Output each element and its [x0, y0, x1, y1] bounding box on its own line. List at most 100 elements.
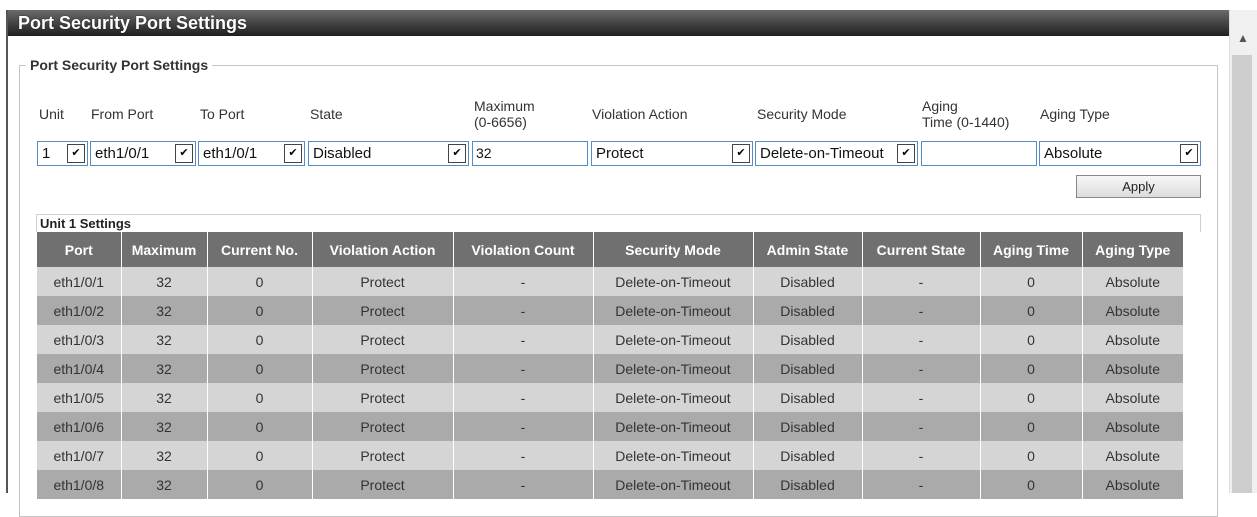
aging-type-select[interactable]: Absolute ✔ — [1039, 141, 1201, 166]
violation-action-select-value: Protect — [596, 145, 644, 162]
fieldset-legend: Port Security Port Settings — [30, 57, 209, 73]
cell-admin-state: Disabled — [752, 441, 862, 470]
aging-time-label: Aging — [922, 98, 958, 114]
cell-maximum: 32 — [120, 412, 207, 441]
cell-security-mode: Delete-on-Timeout — [592, 296, 753, 325]
cell-violation-action: Protect — [311, 383, 453, 412]
cell-admin-state: Disabled — [752, 354, 862, 383]
column-header-admin-state: Admin State — [752, 232, 862, 267]
security-mode-select-value: Delete-on-Timeout — [760, 145, 884, 162]
cell-current-no: 0 — [206, 354, 312, 383]
cell-port: eth1/0/7 — [37, 441, 121, 470]
cell-violation-count: - — [452, 325, 593, 354]
cell-maximum: 32 — [120, 383, 207, 412]
chevron-down-icon[interactable]: ✔ — [284, 144, 302, 163]
cell-violation-action: Protect — [311, 412, 453, 441]
violation-action-select[interactable]: Protect ✔ — [591, 141, 753, 166]
cell-aging-type: Absolute — [1081, 412, 1183, 441]
chevron-down-icon[interactable]: ✔ — [448, 144, 466, 163]
column-header-security-mode: Security Mode — [592, 232, 753, 267]
cell-violation-count: - — [452, 441, 593, 470]
chevron-down-icon[interactable]: ✔ — [1180, 144, 1198, 163]
cell-aging-time: 0 — [979, 296, 1082, 325]
state-label: State — [310, 106, 343, 122]
scrollbar-thumb[interactable] — [1232, 55, 1252, 493]
cell-current-state: - — [861, 470, 980, 499]
cell-aging-time: 0 — [979, 441, 1082, 470]
cell-admin-state: Disabled — [752, 470, 862, 499]
cell-violation-count: - — [452, 296, 593, 325]
cell-aging-type: Absolute — [1081, 267, 1183, 296]
cell-security-mode: Delete-on-Timeout — [592, 267, 753, 296]
cell-aging-type: Absolute — [1081, 354, 1183, 383]
cell-admin-state: Disabled — [752, 325, 862, 354]
table-row: eth1/0/1 32 0 Protect - Delete-on-Timeout Disa… — [37, 267, 1183, 296]
chevron-down-icon[interactable]: ✔ — [175, 144, 193, 163]
table-row: eth1/0/4 32 0 Protect - Delete-on-Timeout Disa… — [37, 354, 1183, 383]
cell-maximum: 32 — [120, 325, 207, 354]
from-port-select-value: eth1/0/1 — [95, 145, 150, 162]
cell-violation-action: Protect — [311, 296, 453, 325]
cell-current-state: - — [861, 325, 980, 354]
column-header-port: Port — [37, 232, 121, 267]
security-mode-select[interactable]: Delete-on-Timeout ✔ — [755, 141, 918, 166]
cell-aging-time: 0 — [979, 325, 1082, 354]
cell-current-state: - — [861, 267, 980, 296]
column-header-violation-action: Violation Action — [311, 232, 453, 267]
cell-current-state: - — [861, 412, 980, 441]
state-select[interactable]: Disabled ✔ — [308, 141, 469, 166]
aging-time-input[interactable] — [921, 141, 1037, 166]
cell-current-state: - — [861, 354, 980, 383]
cell-maximum: 32 — [120, 267, 207, 296]
cell-security-mode: Delete-on-Timeout — [592, 325, 753, 354]
table-row: eth1/0/6 32 0 Protect - Delete-on-Timeout Disa… — [37, 412, 1183, 441]
column-header-violation-count: Violation Count — [452, 232, 593, 267]
cell-violation-action: Protect — [311, 470, 453, 499]
unit-select[interactable]: 1 ✔ — [37, 141, 88, 166]
cell-aging-time: 0 — [979, 354, 1082, 383]
cell-port: eth1/0/3 — [37, 325, 121, 354]
cell-aging-type: Absolute — [1081, 470, 1183, 499]
cell-maximum: 32 — [120, 470, 207, 499]
table-row: eth1/0/8 32 0 Protect - Delete-on-Timeout Disa… — [37, 470, 1183, 499]
chevron-down-icon[interactable]: ✔ — [897, 144, 915, 163]
aging-type-label: Aging Type — [1040, 106, 1110, 122]
cell-port: eth1/0/2 — [37, 296, 121, 325]
cell-aging-time: 0 — [979, 383, 1082, 412]
cell-current-state: - — [861, 383, 980, 412]
cell-maximum: 32 — [120, 354, 207, 383]
table-title: Unit 1 Settings — [36, 214, 1201, 232]
to-port-select-value: eth1/0/1 — [203, 145, 258, 162]
scroll-up-icon[interactable]: ▲ — [1229, 28, 1257, 48]
cell-current-no: 0 — [206, 441, 312, 470]
from-port-select[interactable]: eth1/0/1 ✔ — [90, 141, 196, 166]
cell-admin-state: Disabled — [752, 296, 862, 325]
cell-port: eth1/0/5 — [37, 383, 121, 412]
cell-port: eth1/0/8 — [37, 470, 121, 499]
port-security-table: Port Maximum Current No. Violation Actio… — [37, 232, 1183, 499]
cell-violation-count: - — [452, 267, 593, 296]
chevron-down-icon[interactable]: ✔ — [732, 144, 750, 163]
maximum-input[interactable]: 32 — [472, 141, 588, 166]
cell-current-state: - — [861, 441, 980, 470]
state-select-value: Disabled — [313, 145, 372, 162]
cell-current-no: 0 — [206, 325, 312, 354]
cell-port: eth1/0/1 — [37, 267, 121, 296]
column-header-current-state: Current State — [861, 232, 980, 267]
cell-aging-time: 0 — [979, 470, 1082, 499]
cell-aging-type: Absolute — [1081, 383, 1183, 412]
aging-time-range-label: Time (0-1440) — [922, 114, 1010, 130]
cell-maximum: 32 — [120, 441, 207, 470]
page-title: Port Security Port Settings — [8, 10, 1229, 36]
cell-violation-count: - — [452, 383, 593, 412]
cell-violation-action: Protect — [311, 441, 453, 470]
table-row: eth1/0/3 32 0 Protect - Delete-on-Timeout Disa… — [37, 325, 1183, 354]
cell-violation-action: Protect — [311, 354, 453, 383]
chevron-down-icon[interactable]: ✔ — [67, 144, 85, 163]
apply-button[interactable]: Apply — [1076, 175, 1201, 198]
column-header-current-no: Current No. — [206, 232, 312, 267]
cell-admin-state: Disabled — [752, 267, 862, 296]
cell-current-no: 0 — [206, 296, 312, 325]
column-header-aging-type: Aging Type — [1081, 232, 1183, 267]
to-port-select[interactable]: eth1/0/1 ✔ — [198, 141, 305, 166]
